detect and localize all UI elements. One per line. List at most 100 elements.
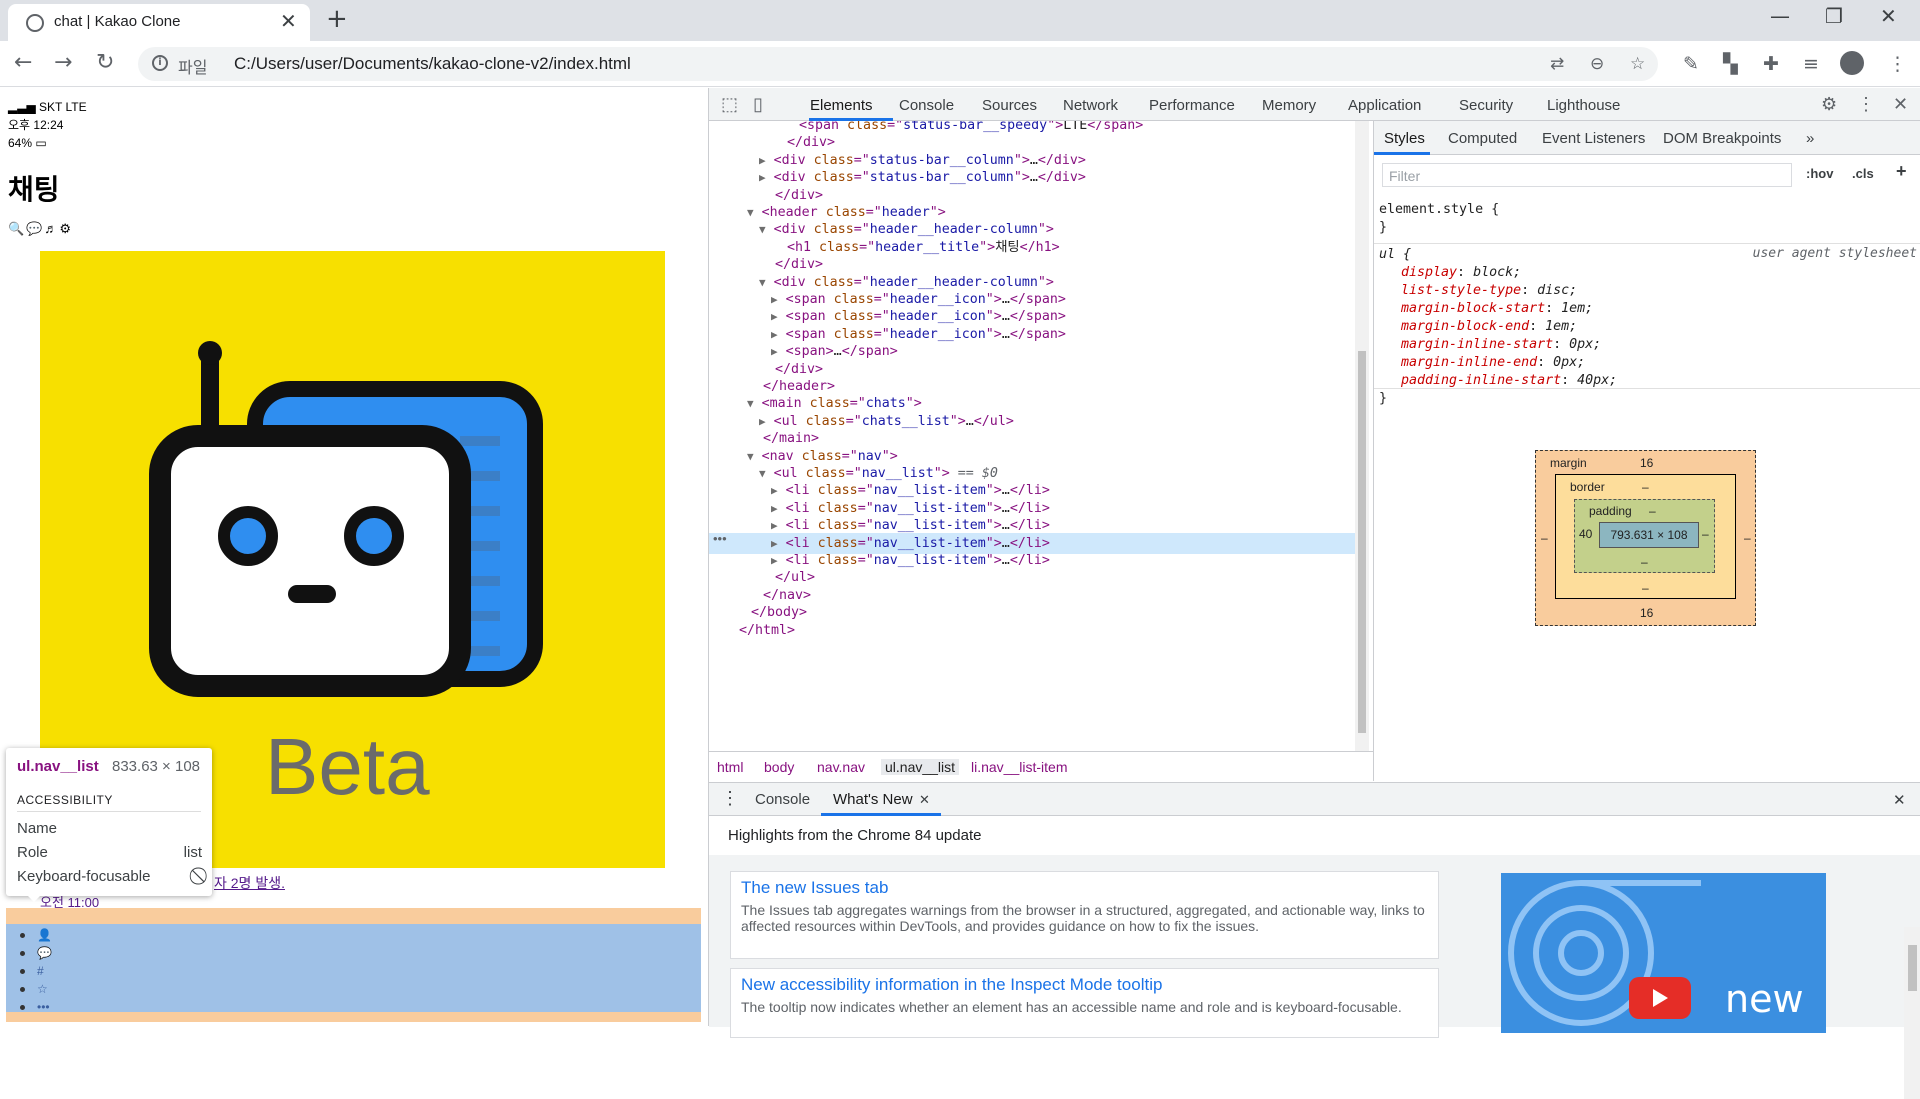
browser-tab[interactable]: chat | Kakao Clone ✕ xyxy=(8,4,310,41)
dom-node-row[interactable]: </html> xyxy=(723,620,795,641)
whats-new-card[interactable]: The new Issues tab The Issues tab aggreg… xyxy=(730,871,1439,959)
breadcrumb-ul[interactable]: ul.nav__list xyxy=(881,759,960,775)
card-title[interactable]: The new Issues tab xyxy=(741,878,1428,898)
expand-triangle-icon[interactable]: ▶ xyxy=(771,502,778,515)
tab-security[interactable]: Security xyxy=(1459,97,1513,114)
nav-item-more[interactable]: ••• xyxy=(20,1000,50,1014)
expand-triangle-icon[interactable]: ▶ xyxy=(771,293,778,306)
padding-left-value[interactable]: 40 xyxy=(1579,527,1592,541)
element-style-selector[interactable]: element.style { xyxy=(1379,201,1499,219)
expand-triangle-icon[interactable]: ▶ xyxy=(771,310,778,323)
margin-top-value[interactable]: 16 xyxy=(1640,456,1653,470)
tab-event-listeners[interactable]: Event Listeners xyxy=(1542,130,1645,147)
css-prop[interactable]: list-style-type xyxy=(1401,283,1521,298)
padding-right-value[interactable]: – xyxy=(1702,527,1709,541)
expand-triangle-icon[interactable]: ▼ xyxy=(747,397,754,410)
margin-left-value[interactable]: – xyxy=(1541,531,1548,545)
css-value[interactable]: 1em; xyxy=(1545,319,1577,334)
profile-avatar[interactable] xyxy=(1840,51,1864,75)
breadcrumb-body[interactable]: body xyxy=(764,759,794,775)
css-prop[interactable]: margin-inline-end xyxy=(1401,355,1537,370)
expand-triangle-icon[interactable]: ▼ xyxy=(759,467,766,480)
device-toolbar-icon[interactable]: ▯ xyxy=(753,94,763,115)
breadcrumb-nav[interactable]: nav.nav xyxy=(817,759,865,775)
tab-dom-breakpoints[interactable]: DOM Breakpoints xyxy=(1663,130,1781,147)
expand-triangle-icon[interactable]: ▼ xyxy=(747,450,754,463)
nav-item-chats[interactable]: 💬 xyxy=(20,946,52,960)
settings-gear-icon[interactable]: ⚙ xyxy=(1821,94,1837,115)
rule-selector[interactable]: ul { xyxy=(1379,246,1617,264)
cls-toggle[interactable]: .cls xyxy=(1852,166,1874,181)
dom-scrollbar[interactable] xyxy=(1355,121,1369,751)
css-value[interactable]: 1em; xyxy=(1561,301,1593,316)
youtube-play-icon[interactable] xyxy=(1629,977,1691,1019)
eyedropper-icon[interactable]: ✎ xyxy=(1683,53,1699,75)
drawer-scrollbar-thumb[interactable] xyxy=(1908,945,1917,991)
close-drawer-icon[interactable]: ✕ xyxy=(1893,791,1906,809)
expand-triangle-icon[interactable]: ▶ xyxy=(771,328,778,341)
expand-triangle-icon[interactable]: ▶ xyxy=(771,554,778,567)
expand-triangle-icon[interactable]: ▶ xyxy=(759,171,766,184)
expand-triangle-icon[interactable]: ▼ xyxy=(759,223,766,236)
css-value[interactable]: 0px; xyxy=(1569,337,1601,352)
address-bar[interactable]: i 파일 C:/Users/user/Documents/kakao-clone… xyxy=(138,47,1658,81)
expand-triangle-icon[interactable]: ▶ xyxy=(759,154,766,167)
padding-bottom-value[interactable]: – xyxy=(1641,555,1648,569)
expand-triangle-icon[interactable]: ▼ xyxy=(759,276,766,289)
zoom-icon[interactable]: ⊖ xyxy=(1590,54,1604,74)
menu-icon[interactable]: ⋮ xyxy=(1888,53,1907,75)
drawer-tab-console[interactable]: Console xyxy=(755,791,810,808)
css-value[interactable]: block; xyxy=(1473,265,1521,280)
breadcrumb-html[interactable]: html xyxy=(717,759,743,775)
more-tabs-icon[interactable]: » xyxy=(1806,130,1814,147)
tab-console[interactable]: Console xyxy=(899,97,954,114)
tab-styles[interactable]: Styles xyxy=(1384,130,1425,147)
new-tab-icon[interactable]: + xyxy=(326,4,348,34)
tab-elements[interactable]: Elements xyxy=(810,97,873,114)
tab-computed[interactable]: Computed xyxy=(1448,130,1517,147)
address-url[interactable]: C:/Users/user/Documents/kakao-clone-v2/i… xyxy=(234,54,631,74)
more-options-icon[interactable]: ⋮ xyxy=(1857,94,1875,115)
box-model-content[interactable]: 793.631 × 108 xyxy=(1599,522,1699,548)
tab-application[interactable]: Application xyxy=(1348,97,1421,114)
close-drawer-tab-icon[interactable]: ✕ xyxy=(919,792,930,808)
tab-lighthouse[interactable]: Lighthouse xyxy=(1547,97,1620,114)
drawer-menu-icon[interactable]: ⋮ xyxy=(721,788,739,809)
styles-filter-input[interactable]: Filter xyxy=(1382,163,1792,187)
expand-triangle-icon[interactable]: ▼ xyxy=(747,206,754,219)
css-prop[interactable]: margin-inline-start xyxy=(1401,337,1553,352)
css-prop[interactable]: margin-block-start xyxy=(1401,301,1545,316)
border-bottom-value[interactable]: – xyxy=(1642,581,1649,595)
row-menu-icon[interactable]: ••• xyxy=(713,531,727,546)
whats-new-video-thumbnail[interactable]: new xyxy=(1501,873,1826,1033)
margin-bottom-value[interactable]: 16 xyxy=(1640,606,1653,620)
hov-toggle[interactable]: :hov xyxy=(1806,166,1833,181)
chat-preview-link[interactable]: 자 2명 발생. xyxy=(214,873,285,893)
tab-performance[interactable]: Performance xyxy=(1149,97,1235,114)
window-close-icon[interactable]: ✕ xyxy=(1880,4,1897,28)
css-value[interactable]: 40px; xyxy=(1577,373,1617,388)
css-prop[interactable]: display xyxy=(1401,265,1457,280)
reload-icon[interactable]: ↻ xyxy=(96,50,114,75)
expand-triangle-icon[interactable]: ▶ xyxy=(771,345,778,358)
drawer-scrollbar[interactable] xyxy=(1904,927,1920,1099)
nav-item-find[interactable]: # xyxy=(20,964,44,978)
new-rule-icon[interactable]: + xyxy=(1896,161,1907,182)
close-tab-icon[interactable]: ✕ xyxy=(280,9,297,33)
header-icons[interactable]: 🔍💬♬⚙ xyxy=(8,221,73,237)
expand-triangle-icon[interactable]: ▶ xyxy=(771,519,778,532)
padding-top-value[interactable]: – xyxy=(1649,504,1656,518)
dom-node-row[interactable]: <span class="status-bar__speedy">LTE</sp… xyxy=(783,121,1143,136)
restore-icon[interactable]: ❐ xyxy=(1825,4,1843,28)
back-icon[interactable]: ← xyxy=(14,50,32,75)
card-title[interactable]: New accessibility information in the Ins… xyxy=(741,975,1428,995)
nav-item-profile[interactable]: 👤 xyxy=(20,928,52,942)
css-value[interactable]: disc; xyxy=(1537,283,1577,298)
info-icon[interactable]: i xyxy=(152,55,168,71)
star-icon[interactable]: ☆ xyxy=(1630,54,1645,74)
inspect-element-icon[interactable]: ⬚ xyxy=(721,94,738,115)
css-prop[interactable]: padding-inline-start xyxy=(1401,373,1561,388)
extension-icon[interactable]: ▚ xyxy=(1723,53,1738,75)
nav-item-favorites[interactable]: ☆ xyxy=(20,982,48,996)
drawer-tab-whats-new[interactable]: What's New xyxy=(833,791,913,808)
